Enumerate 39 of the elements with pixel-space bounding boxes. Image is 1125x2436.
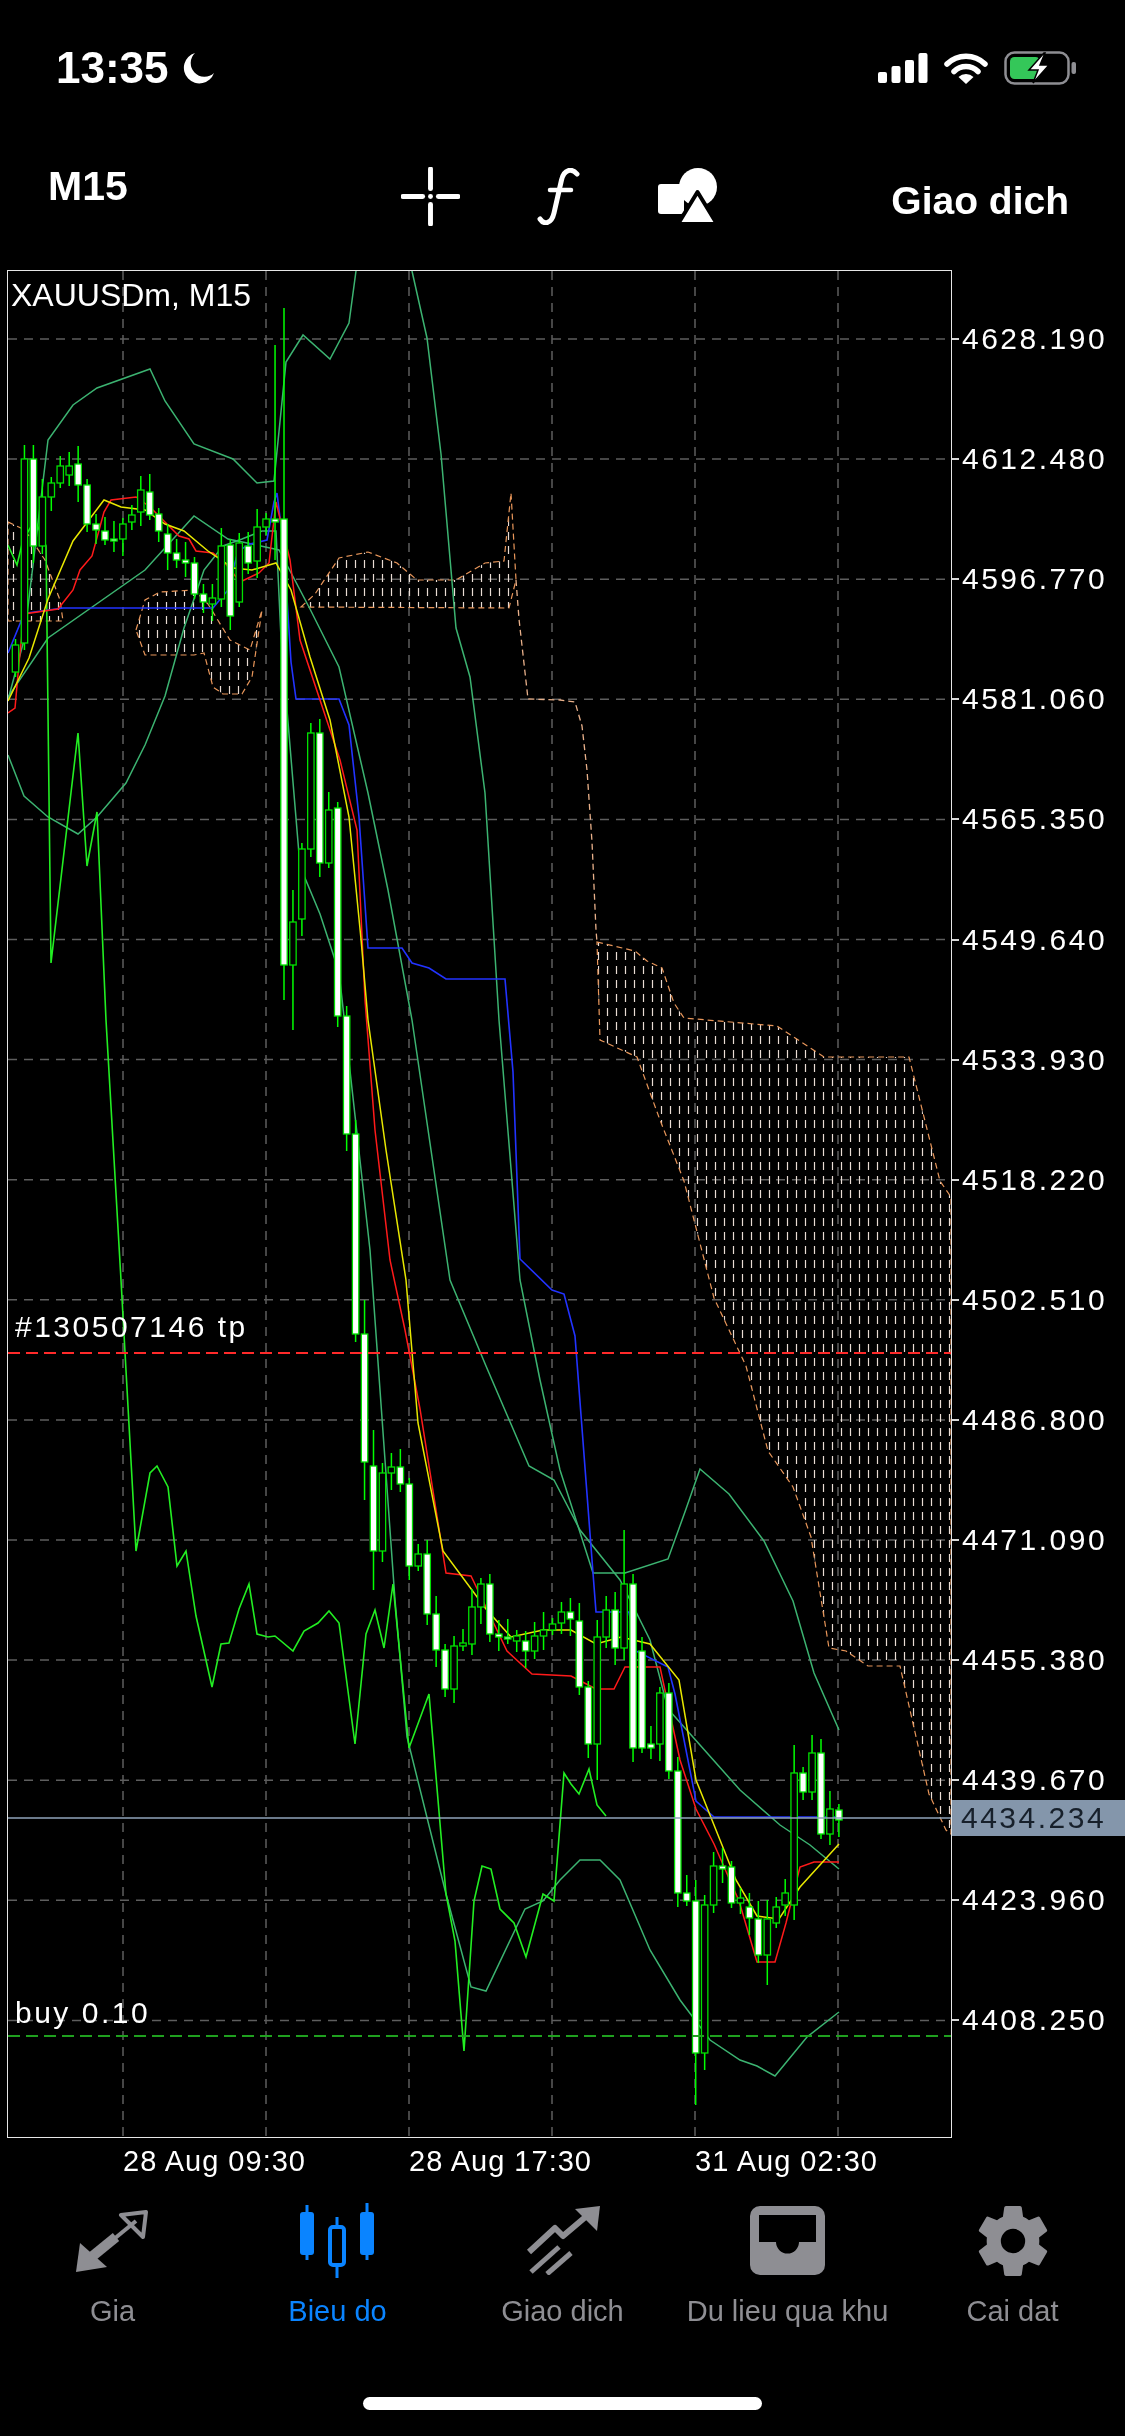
crosshair-icon[interactable]	[401, 166, 460, 226]
signal-icon	[878, 53, 928, 83]
price-axis-label: 4628.190	[962, 324, 1108, 355]
price-axis-label: 4596.770	[962, 564, 1108, 595]
price-axis-label: 4565.350	[962, 804, 1108, 835]
function-icon[interactable]	[537, 167, 580, 225]
price-axis-label: 4549.640	[962, 924, 1108, 955]
timeframe-button[interactable]: M15	[48, 165, 128, 207]
price-axis-label: 4533.930	[962, 1044, 1108, 1075]
price-axis-label: 4439.670	[962, 1765, 1108, 1796]
price-axis-label: 4471.090	[962, 1525, 1108, 1555]
candlestick-icon	[300, 2203, 375, 2278]
price-axis-label: 4408.250	[962, 2005, 1108, 2036]
trade-button[interactable]: Giao dich	[891, 180, 1069, 220]
trend-arrow-icon	[524, 2206, 601, 2275]
tab-item[interactable]: Gia	[0, 2203, 225, 2329]
inbox-tray-icon	[750, 2206, 825, 2275]
shapes-icon[interactable]	[658, 168, 717, 224]
price-axis-label: 4518.220	[962, 1164, 1108, 1195]
price-axis-label: 4455.380	[962, 1645, 1108, 1676]
tab-item[interactable]: Giao dich	[450, 2203, 675, 2329]
price-axis-label: 4581.060	[962, 684, 1108, 715]
price-axis-label: 4612.480	[962, 444, 1108, 475]
order-label: buy 0.10	[15, 1995, 151, 2031]
tab-item[interactable]: Du lieu qua khu	[675, 2203, 900, 2329]
battery-charging-icon	[1004, 51, 1077, 85]
price-axis-label: 4486.800	[962, 1404, 1108, 1435]
wifi-icon	[943, 52, 989, 84]
time-axis-label: 31 Aug 02:30	[695, 2147, 878, 2176]
tab-item[interactable]: Bieu do	[225, 2203, 450, 2329]
time-axis-label: 28 Aug 17:30	[409, 2147, 592, 2176]
price-axis-label: 4423.960	[962, 1885, 1108, 1916]
time-axis-label: 28 Aug 09:30	[123, 2147, 306, 2176]
chart-symbol-label: XAUUSDm, M15	[11, 277, 252, 313]
price-axis-label: 4502.510	[962, 1284, 1108, 1315]
current-price-label: 4434.234	[952, 1800, 1125, 1836]
diagonal-arrows-icon	[76, 2209, 149, 2272]
tab-item[interactable]: Cai dat	[900, 2203, 1125, 2329]
status-time: 13:35	[56, 46, 169, 90]
